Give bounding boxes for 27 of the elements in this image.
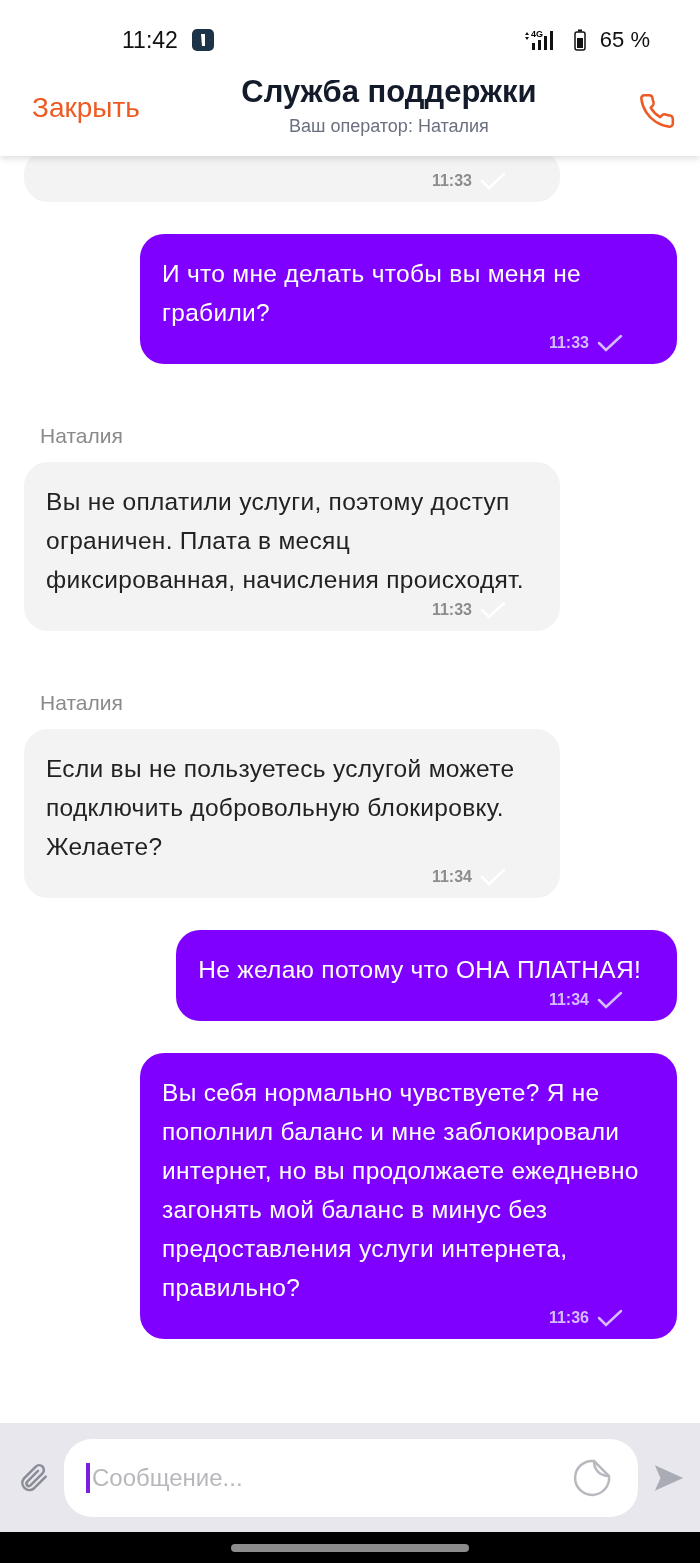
chat-title: Служба поддержки: [241, 74, 537, 110]
message-text: Не желаю потому что ОНА ПЛАТНАЯ!: [198, 955, 641, 985]
message-text: Вы себя нормально чувствуете? Я не пополнил баланс и мне заблокировали интернет, но вы продолжаете ежедневно загонять мой баланс в минус без предоставления услуги интернета, правильно?: [162, 1078, 640, 1303]
message-time: 11:36: [548, 1309, 589, 1327]
sticker-icon[interactable]: [572, 1457, 612, 1498]
operator-subtitle: Ваш оператор: Наталия: [288, 116, 489, 137]
author-name: Наталия: [40, 691, 124, 715]
battery-icon: [573, 29, 586, 51]
check-icon: [597, 991, 623, 1009]
message-field[interactable]: Сообщение...: [64, 1438, 638, 1517]
close-button[interactable]: Закрыть: [32, 92, 140, 124]
message-text: Вы не оплатили услуги, поэтому доступ ограничен. Плата в месяц фиксированная, начисления происходят.: [46, 487, 524, 595]
message-time: 11:33: [548, 334, 589, 352]
check-icon: [597, 334, 623, 352]
home-indicator[interactable]: [231, 1543, 469, 1552]
battery-level: 65 %: [599, 27, 650, 53]
app-notification-icon: [191, 29, 214, 51]
check-icon: [597, 1309, 623, 1327]
message-time: 11:34: [548, 991, 589, 1009]
phone-icon[interactable]: [638, 92, 676, 130]
message-text: Если вы не пользуетесь услугой можете подключить добровольную блокировку. Желаете?: [46, 754, 516, 862]
message-text: И что мне делать чтобы вы меня не грабили?: [162, 259, 582, 328]
message-time: 11:33: [431, 601, 472, 619]
author-name: Наталия: [40, 424, 124, 448]
message-time: 11:33: [431, 172, 472, 190]
status-time: 11:42: [122, 26, 178, 54]
message-time: 11:34: [431, 868, 472, 886]
